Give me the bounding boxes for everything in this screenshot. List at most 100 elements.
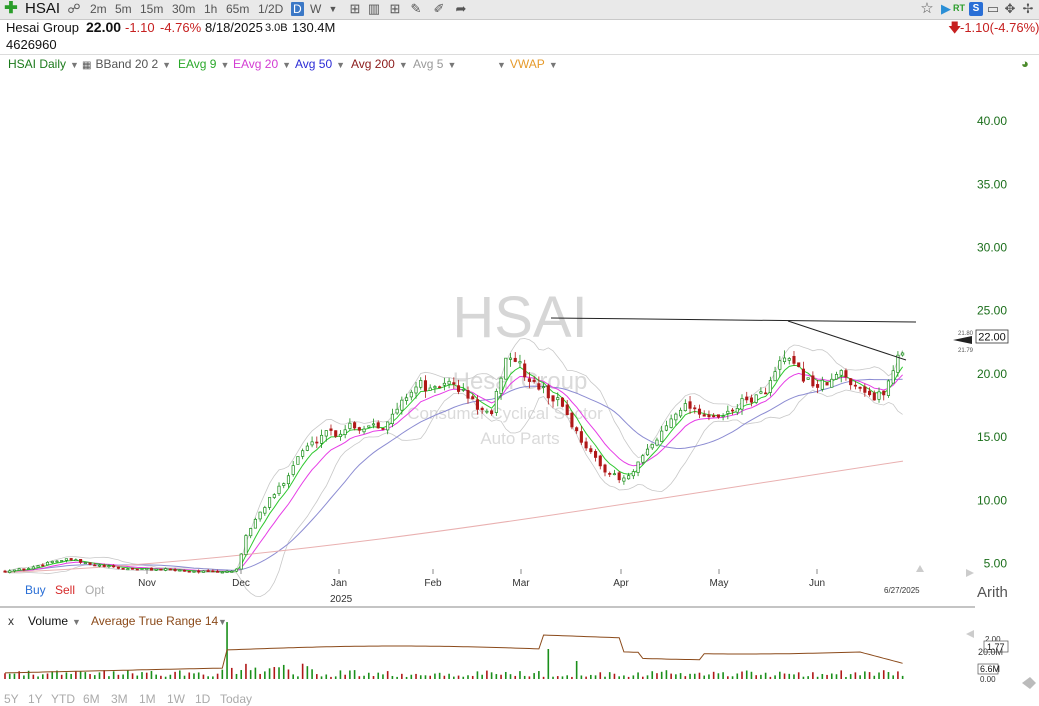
volume-bar [93,675,96,679]
range-1m[interactable]: 1M [139,692,156,706]
range-3m[interactable]: 3M [111,692,128,706]
volume-bar [60,674,63,679]
volume-bar [665,670,668,679]
quote-date: 8/18/2025 [205,20,263,35]
chevron-down-icon[interactable]: ▼ [218,617,227,627]
range-1w[interactable]: 1W [167,692,185,706]
date-tick-label: Nov [138,578,156,589]
close-panel-icon[interactable]: x [8,614,14,628]
volume-bars [4,622,904,679]
play-flag-icon[interactable]: ▶ [938,1,954,17]
scroll-up-icon[interactable] [916,565,924,572]
chevron-down-icon[interactable]: ▼ [72,617,81,627]
candle-body [64,558,68,561]
sp-badge[interactable]: S [969,2,983,16]
volume-bar [797,672,800,679]
timeframe-1h[interactable]: 1h [204,2,217,16]
options-button[interactable]: Opt [85,583,105,597]
volume-bar [41,674,44,679]
candle-body [187,570,191,573]
scroll-right-icon[interactable] [966,569,974,577]
price-chart[interactable]: HSAI Hesai Group Consumer Cyclical Secto… [0,72,1039,690]
expand-icon[interactable] [1022,677,1036,689]
eavg20-selector[interactable]: EAvg 20 ▼ [233,57,291,71]
range-5y[interactable]: 5Y [4,692,19,706]
volume-bar [618,676,620,679]
candle-body [490,410,494,415]
date-tick-label: Mar [512,578,530,589]
candle-body [83,562,87,565]
range-6m[interactable]: 6M [83,692,100,706]
brush-icon[interactable]: ✐ [431,1,447,17]
bband-selector[interactable]: ▦ BBand 20 2 ▼ [82,57,171,71]
volume-bar [566,675,569,679]
timeframe-2m[interactable]: 2m [90,2,107,16]
candle-body [442,382,446,386]
add-icon[interactable]: ✚ [3,1,19,17]
chevron-down-icon: ▼ [70,60,79,70]
volume-bar [708,674,710,679]
volume-bar [273,667,276,679]
candle-body [376,422,380,429]
candle-body [806,377,810,380]
descending-trendline[interactable] [787,320,907,361]
volume-bar [873,675,876,679]
timeframe-15m[interactable]: 15m [140,2,163,16]
palette-icon[interactable]: ◕ [1021,56,1029,71]
resistance-trendline[interactable] [550,317,917,323]
timeframe-30m[interactable]: 30m [172,2,195,16]
crosshair-icon[interactable]: ✥ [1002,1,1018,17]
volume-bar [377,672,380,679]
chart-type-icon[interactable]: ☍ [66,1,82,17]
volume-bar [84,672,87,679]
buy-button[interactable]: Buy [25,583,46,597]
symbol-period-selector[interactable]: HSAI Daily ▼ [8,57,79,71]
volume-bar [528,676,531,679]
volume-bar [462,676,465,679]
bar-chart-icon[interactable]: ▥ [366,1,382,17]
timeframe-daily[interactable]: D [291,2,304,16]
candle-body [877,391,881,400]
volume-short: 3.0B [265,22,288,34]
volume-bar [230,667,233,679]
avg50-selector[interactable]: Avg 50 ▼ [295,57,345,71]
timeframe-dropdown-icon[interactable]: ▼ [325,1,341,17]
volume-bar [523,675,526,679]
timeframe-half-day[interactable]: 1/2D [258,2,283,16]
candle-body [282,483,286,486]
indicators-icon[interactable]: ⊞ [347,1,363,17]
volume-bar [46,673,49,679]
vwap-selector[interactable]: ▼ VWAP ▼ [497,57,558,71]
share-arrow-icon[interactable]: ➦ [453,1,469,17]
candle-body [362,428,366,433]
minimize-icon[interactable]: ▭ [985,1,1001,17]
symbol-input[interactable]: HSAI [25,0,60,17]
candle-body [263,507,267,514]
timeframe-weekly[interactable]: W [310,2,321,16]
eavg9-selector[interactable]: EAvg 9 ▼ [178,57,229,71]
volume-label[interactable]: Volume [28,614,68,628]
candle-body [759,391,763,394]
atr-label[interactable]: Average True Range 14 [91,614,219,628]
volume-bar [656,673,658,679]
move-icon[interactable]: ✢ [1020,1,1036,17]
favorite-star-icon[interactable]: ☆ [919,1,935,17]
avg200-selector[interactable]: Avg 200 ▼ [351,57,408,71]
scroll-left-icon[interactable] [966,630,974,638]
range-ytd[interactable]: YTD [51,692,75,706]
timeframe-5m[interactable]: 5m [115,2,132,16]
scale-mode-label[interactable]: Arith [977,584,1008,601]
range-1d[interactable]: 1D [195,692,210,706]
volume-bar [882,670,885,679]
candle-body [471,396,475,400]
volume-bar [301,663,304,679]
range-1y[interactable]: 1Y [28,692,43,706]
candle-body [272,494,276,498]
range-today[interactable]: Today [220,692,252,706]
timeframe-65m[interactable]: 65m [226,2,249,16]
grid-add-icon[interactable]: ⊞ [387,1,403,17]
candle-body [820,379,824,390]
draw-pencil-icon[interactable]: ✎ [408,1,424,17]
sell-button[interactable]: Sell [55,583,75,597]
avg5-selector[interactable]: Avg 5 ▼ [413,57,456,71]
